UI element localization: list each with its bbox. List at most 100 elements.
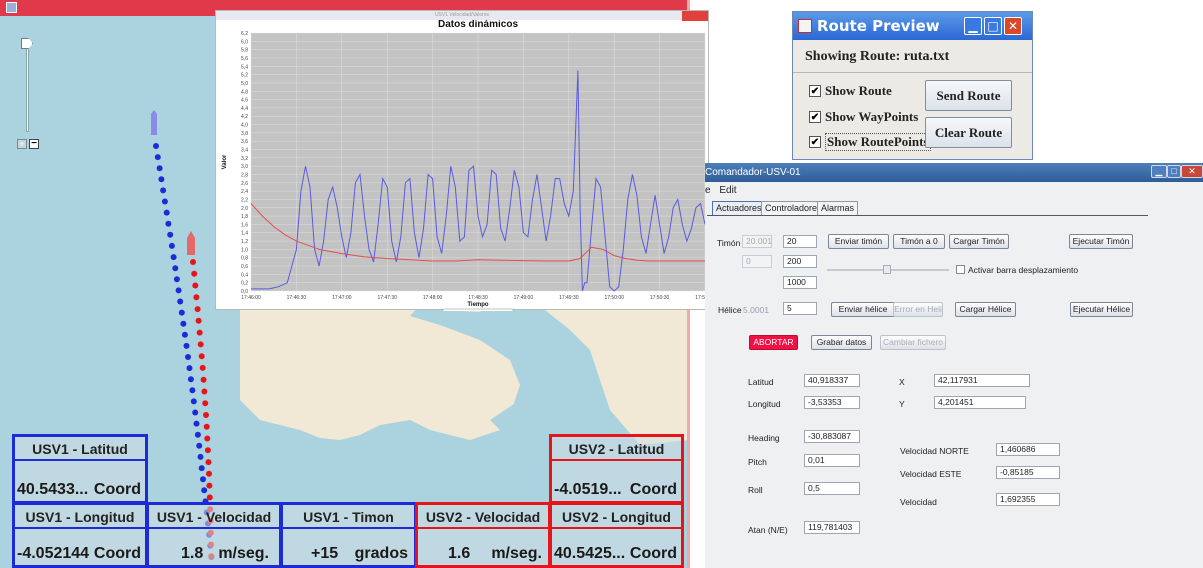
usv2-track-point: [201, 388, 208, 395]
usv1-track-point: [153, 143, 159, 149]
grabar-datos-button[interactable]: Grabar datos: [811, 335, 872, 350]
usv2-track-point: [197, 341, 204, 348]
x-tick-label: 17:50:00: [604, 295, 624, 301]
error-heli-button[interactable]: Error en Heli: [893, 302, 943, 317]
chart-titlebar[interactable]: USV1 Velocidad/Valores: [216, 11, 708, 20]
velocidad-este-field[interactable]: -0,85185: [996, 466, 1060, 479]
usv2-track-point: [206, 470, 212, 477]
x-axis-label: Tiempo: [467, 302, 489, 308]
maximize-button[interactable]: □: [1167, 165, 1181, 178]
atan-field[interactable]: 119,781403: [804, 521, 860, 534]
show-waypoints-checkbox[interactable]: ✔ Show WayPoints: [809, 109, 918, 125]
slider-thumb[interactable]: [883, 265, 891, 274]
panel-unit: m/seg.: [491, 545, 542, 562]
close-button[interactable]: ✕: [1004, 17, 1022, 35]
clear-route-button[interactable]: Clear Route: [925, 117, 1012, 148]
x-tick-label: 17:50:30: [650, 295, 670, 301]
tab-actuadores[interactable]: Actuadores: [712, 201, 766, 216]
tab-alarmas[interactable]: Alarmas: [817, 201, 859, 216]
usv2-track-point: [206, 494, 213, 501]
usv2-track-point: [190, 259, 196, 265]
show-route-checkbox[interactable]: ✔ Show Route: [809, 83, 892, 99]
x-field[interactable]: 42,117931: [934, 374, 1030, 387]
heading-field[interactable]: -30,883087: [804, 430, 860, 443]
x-tick-label: 17:47:00: [332, 295, 352, 301]
usv2-track-point: [206, 482, 213, 489]
y-tick-label: 3,4: [241, 148, 248, 154]
cargar-timon-button[interactable]: Cargar Timón: [949, 234, 1009, 249]
usv2-track-point: [203, 423, 210, 430]
ejecutar-helice-button[interactable]: Ejecutar Hélice: [1070, 302, 1133, 317]
timon-value-field[interactable]: 20: [783, 235, 817, 248]
y-field[interactable]: 4,201451: [934, 396, 1026, 409]
route-preview-titlebar[interactable]: Route Preview ▁ □ ✕: [793, 12, 1032, 40]
step-field[interactable]: 1000: [783, 276, 817, 289]
cambiar-fichero-button[interactable]: Cambiar fichero: [880, 335, 946, 350]
longitud-label: Longitud: [748, 399, 781, 409]
route-preview-window[interactable]: Route Preview ▁ □ ✕ Showing Route: ruta.…: [792, 11, 1033, 160]
checkbox-label: Show RoutePoints: [825, 133, 931, 151]
enviar-helice-button[interactable]: Enviar hélice: [831, 302, 895, 317]
longitud-field[interactable]: -3,53353: [804, 396, 860, 409]
menu-edit[interactable]: Edit: [719, 185, 736, 196]
y-tick-label: 5,8: [241, 48, 248, 54]
panel-unit: Coord: [93, 545, 141, 562]
helice-value-field[interactable]: 5: [783, 302, 817, 315]
menu-bar: e Edit: [705, 182, 1203, 199]
latitud-field[interactable]: 40,918337: [804, 374, 860, 387]
abortar-button[interactable]: ABORTAR: [749, 335, 798, 350]
y-tick-label: 4,2: [241, 114, 248, 120]
usv1-track-point: [158, 176, 165, 183]
commander-window[interactable]: Comandador-USV-01 ▁ □ ✕ e Edit Actuadore…: [705, 163, 1203, 568]
y-axis-label: Valor: [222, 154, 228, 169]
velocidad-norte-label: Velocidad NORTE: [900, 446, 969, 456]
commander-titlebar[interactable]: Comandador-USV-01 ▁ □ ✕: [705, 163, 1203, 182]
timon-zero-button[interactable]: Timón a 0: [893, 234, 945, 249]
panel-value: 40.5433...: [17, 481, 89, 498]
usv2-track-point: [200, 376, 207, 383]
show-routepoints-checkbox[interactable]: ✔ Show RoutePoints: [809, 133, 931, 151]
x-tick-label: 17:49:00: [514, 295, 534, 301]
minimize-button[interactable]: ▁: [1151, 165, 1167, 178]
panel-value: -4.052144: [17, 545, 90, 562]
enviar-timon-button[interactable]: Enviar timón: [828, 234, 889, 249]
y-tick-label: 2,8: [241, 172, 248, 178]
y-tick-label: 6,0: [241, 39, 248, 45]
roll-field[interactable]: 0,5: [804, 482, 860, 495]
pitch-field[interactable]: 0,01: [804, 454, 860, 467]
maximize-button[interactable]: □: [984, 17, 1002, 35]
velocidad-field[interactable]: 1,692355: [996, 493, 1060, 506]
cargar-helice-button[interactable]: Cargar Hélice: [955, 302, 1016, 317]
panel-title: USV2 - Longitud: [552, 505, 681, 529]
velocidad-norte-field[interactable]: 1,460686: [996, 443, 1060, 456]
panel-title: USV1 - Timon: [283, 505, 414, 529]
activar-checkbox[interactable]: [956, 265, 965, 274]
panel-unit: m/seg.: [218, 545, 269, 562]
close-button[interactable]: ✕: [1181, 165, 1203, 178]
y-tick-label: 4,8: [241, 89, 248, 95]
y-tick-label: 2,4: [241, 189, 248, 195]
usv2-track-point: [204, 447, 211, 454]
usv1-track-point: [198, 465, 205, 472]
menu-file[interactable]: e: [705, 185, 711, 196]
window-controls[interactable]: [682, 11, 708, 21]
chart-window[interactable]: Datos dinámicos 0,0 0,2 0,4 0,6 0,8 1,0 1,2 1,4 1…: [215, 10, 710, 311]
tab-controladores[interactable]: Controladores: [761, 201, 826, 216]
y-tick-label: 4,4: [241, 106, 248, 112]
zero-field: 0: [742, 255, 772, 268]
usv1-track-point: [163, 209, 170, 216]
panel-title: USV2 - Latitud: [552, 437, 681, 461]
usv1-track-point: [156, 165, 163, 172]
y-tick-label: 3,0: [241, 164, 248, 170]
y-tick-label: 5,4: [241, 64, 248, 70]
usv1-track-point: [183, 342, 190, 349]
showing-route-label: Showing Route: ruta.txt: [805, 49, 950, 64]
roll-label: Roll: [748, 485, 763, 495]
usv2-speed-panel: USV2 - Velocidad 1.6 m/seg.: [415, 502, 551, 568]
panel-title: USV1 - Latitud: [15, 437, 145, 461]
usv1-track-point: [197, 453, 204, 460]
max-field[interactable]: 200: [783, 255, 817, 268]
send-route-button[interactable]: Send Route: [925, 80, 1012, 111]
ejecutar-timon-button[interactable]: Ejecutar Timón: [1069, 234, 1133, 249]
minimize-button[interactable]: ▁: [964, 17, 982, 35]
